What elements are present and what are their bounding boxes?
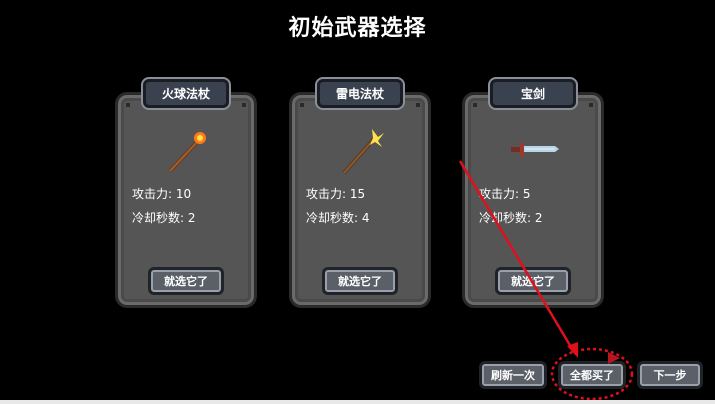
cooldown-stat: 冷却秒数: 2 [479,211,543,225]
sword-icon [511,143,559,157]
bottom-edge-bar [0,400,715,404]
attack-stat: 攻击力: 15 [306,187,366,201]
lightning-staff-icon [342,129,384,175]
weapon-card-sword: 宝剑 攻击力: 5 冷却秒数: 2 就选它了 [462,79,604,308]
cooldown-stat: 冷却秒数: 4 [306,211,370,225]
page-title: 初始武器选择 [288,16,427,41]
weapon-card-lightning-staff: 雷电法杖 攻击力: 15 冷却秒数: 4 就选它了 [289,79,431,308]
weapon-card-fire-staff: 火球法杖 攻击力: 10 冷却秒数: 2 就选它了 [115,79,257,308]
attack-stat: 攻击力: 5 [479,187,531,201]
next-step-button[interactable]: 下一步 [637,361,703,389]
weapon-name-plate: 火球法杖 [143,79,229,108]
cooldown-stat: 冷却秒数: 2 [132,211,196,225]
refresh-once-button[interactable]: 刷新一次 [479,361,547,389]
weapon-name-plate: 雷电法杖 [317,79,403,108]
weapon-name-plate: 宝剑 [490,79,576,108]
buy-all-button[interactable]: 全都买了 [558,361,626,389]
fire-staff-icon [168,132,206,173]
select-lightning-staff-button[interactable]: 就选它了 [322,267,398,295]
attack-stat: 攻击力: 10 [132,187,192,201]
select-fire-staff-button[interactable]: 就选它了 [148,267,224,295]
select-sword-button[interactable]: 就选它了 [495,267,571,295]
